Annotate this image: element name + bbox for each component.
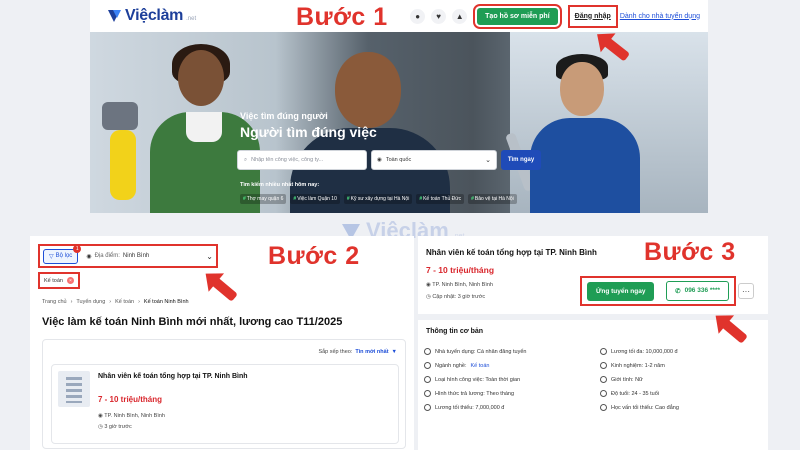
- apply-actions: Ứng tuyển ngay ✆ 096 336 ****: [580, 276, 736, 306]
- phone-icon: ✆: [675, 288, 681, 295]
- info-item: Lương tối đa: 10,000,000 đ: [600, 348, 770, 355]
- filter-bar: ▽ Bộ lọc 1 ◉ Địa điểm: Ninh Bình ⌄: [38, 244, 218, 268]
- location-pin-icon: ◉: [86, 253, 92, 260]
- briefcase-icon: [424, 362, 431, 369]
- location-select[interactable]: ◉ Toàn quốc ⌄: [371, 150, 497, 170]
- site-logo[interactable]: Việclàm .net: [108, 7, 196, 25]
- category-link[interactable]: Kế toán: [471, 363, 490, 369]
- logo-text: Việclàm: [125, 7, 184, 24]
- logo-icon: [108, 9, 122, 23]
- job-card[interactable]: Nhân viên kế toán tổng hợp tại TP. Ninh …: [51, 364, 399, 444]
- filter-icon: ▽: [49, 253, 54, 260]
- chat-icon[interactable]: ●: [410, 8, 426, 24]
- job-salary: 7 - 10 triệu/tháng: [98, 395, 163, 404]
- step3-label: Bước 3: [644, 238, 736, 266]
- breadcrumb-current: Kế toán Ninh Bình: [143, 299, 189, 305]
- employer-link[interactable]: Dành cho nhà tuyển dụng: [620, 13, 700, 20]
- job-detail-salary: 7 - 10 triệu/tháng: [426, 265, 495, 275]
- breadcrumb-item[interactable]: Tuyển dụng: [76, 299, 105, 305]
- job-detail-location: ◉ TP. Ninh Bình, Ninh Bình: [426, 282, 493, 288]
- breadcrumb: Trang chủ › Tuyển dụng › Kế toán › Kế toán …: [42, 299, 189, 305]
- apply-button[interactable]: Ứng tuyển ngay: [587, 281, 655, 301]
- popular-tag[interactable]: #Thợ may quận 6: [240, 194, 287, 204]
- heart-icon[interactable]: ♥: [431, 8, 447, 24]
- phone-button[interactable]: ✆ 096 336 ****: [666, 281, 729, 301]
- clock-icon: [424, 376, 431, 383]
- age-icon: [600, 390, 607, 397]
- breadcrumb-item[interactable]: Trang chủ: [42, 299, 67, 305]
- popular-tag[interactable]: #Bảo vệ tại Hà Nội: [468, 194, 517, 204]
- job-list: Sắp xếp theo: Tin mới nhất ▼ Nhân viên k…: [42, 339, 406, 449]
- basic-info-title: Thông tin cơ bản: [426, 328, 484, 335]
- popular-tag[interactable]: #Kế toán Thủ Đức: [416, 194, 465, 204]
- wallet-icon: [424, 390, 431, 397]
- info-item: Ngành nghề: Kế toán: [424, 362, 600, 369]
- hero-banner: Việc tìm đúng người Người tìm đúng việc: [90, 32, 708, 213]
- gender-icon: [600, 376, 607, 383]
- filter-count-badge: 1: [73, 244, 82, 253]
- money-icon: [424, 404, 431, 411]
- header-icons: ● ♥ ▲: [410, 8, 468, 24]
- step3-panel: Nhân viên kế toán tổng hợp tại TP. Ninh …: [418, 236, 768, 450]
- site-header: Việclàm .net ● ♥ ▲ Tạo hồ sơ miễn phí Đă…: [90, 0, 708, 32]
- experience-icon: [600, 362, 607, 369]
- hero-title: Người tìm đúng việc: [240, 124, 377, 140]
- page-title: Việc làm kế toán Ninh Bình mới nhất, lươ…: [42, 316, 343, 328]
- info-item: Giới tính: Nữ: [600, 376, 770, 383]
- search-button[interactable]: Tìm ngay: [501, 150, 541, 170]
- breadcrumb-item[interactable]: Kế toán: [115, 299, 134, 305]
- user-icon: [424, 348, 431, 355]
- location-pin-icon: ◉: [377, 157, 382, 163]
- login-button[interactable]: Đăng nhập: [567, 4, 618, 28]
- basic-info-section: Thông tin cơ bản Nhà tuyển dụng: Cá nhân…: [418, 320, 768, 450]
- job-posted-time: ◷ 3 giờ trước: [98, 424, 132, 430]
- info-item: Học vấn tối thiểu: Cao đẳng: [600, 404, 770, 411]
- money-icon: [600, 348, 607, 355]
- popular-searches: #Thợ may quận 6 #Việc làm Quận 10 #Kỹ sư…: [240, 194, 517, 204]
- filter-button[interactable]: ▽ Bộ lọc 1: [43, 244, 82, 264]
- info-item: Loại hình công việc: Toàn thời gian: [424, 376, 600, 383]
- job-detail-updated: ◷ Cập nhật: 3 giờ trước: [426, 294, 486, 300]
- info-item: Nhà tuyển dụng: Cá nhân đăng tuyển: [424, 348, 600, 355]
- popular-tag[interactable]: #Kỹ sư xây dựng tại Hà Nội: [343, 194, 413, 204]
- caret-down-icon: ▼: [391, 349, 397, 355]
- chevron-down-icon: ⌄: [206, 251, 213, 261]
- job-location: ◉ TP. Ninh Bình, Ninh Bình: [98, 413, 165, 419]
- job-search-input[interactable]: ⌕ Nhập tên công việc, công ty...: [237, 150, 367, 170]
- category-chip[interactable]: Kế toán ×: [38, 272, 80, 289]
- location-select[interactable]: ◉ Địa điểm: Ninh Bình ⌄: [82, 252, 213, 261]
- info-item: Độ tuổi: 24 - 35 tuổi: [600, 390, 770, 397]
- logo-tld: .net: [186, 16, 197, 22]
- hero-subtitle: Việc tìm đúng người: [240, 111, 328, 121]
- search-bar: ⌕ Nhập tên công việc, công ty... ◉ Toàn …: [237, 150, 541, 170]
- job-title[interactable]: Nhân viên kế toán tổng hợp tại TP. Ninh …: [98, 373, 248, 380]
- popular-tag[interactable]: #Việc làm Quận 10: [290, 194, 340, 204]
- basic-info-grid: Nhà tuyển dụng: Cá nhân đăng tuyển Lương…: [424, 348, 770, 411]
- info-item: Kinh nghiệm: 1-2 năm: [600, 362, 770, 369]
- chevron-down-icon: ⌄: [485, 157, 491, 164]
- search-icon: ⌕: [244, 156, 248, 163]
- company-logo: [58, 371, 90, 407]
- job-detail-title: Nhân viên kế toán tổng hợp tại TP. Ninh …: [426, 248, 597, 257]
- step2-label: Bước 2: [268, 242, 360, 270]
- info-item: Hình thức trả lương: Theo tháng: [424, 390, 600, 397]
- hero-illustration: [102, 102, 138, 130]
- education-icon: [600, 404, 607, 411]
- create-cv-button[interactable]: Tạo hồ sơ miễn phí: [473, 3, 562, 29]
- step1-label: Bước 1: [296, 3, 388, 31]
- sort-control[interactable]: Sắp xếp theo: Tin mới nhất ▼: [318, 349, 397, 355]
- more-options-button[interactable]: ···: [738, 283, 754, 299]
- bell-icon[interactable]: ▲: [452, 8, 468, 24]
- step1-panel: Việclàm .net ● ♥ ▲ Tạo hồ sơ miễn phí Đă…: [90, 0, 708, 213]
- info-item: Lương tối thiểu: 7,000,000 đ: [424, 404, 600, 411]
- close-icon[interactable]: ×: [66, 277, 74, 284]
- popular-searches-title: Tìm kiếm nhiều nhất hôm nay:: [240, 182, 320, 188]
